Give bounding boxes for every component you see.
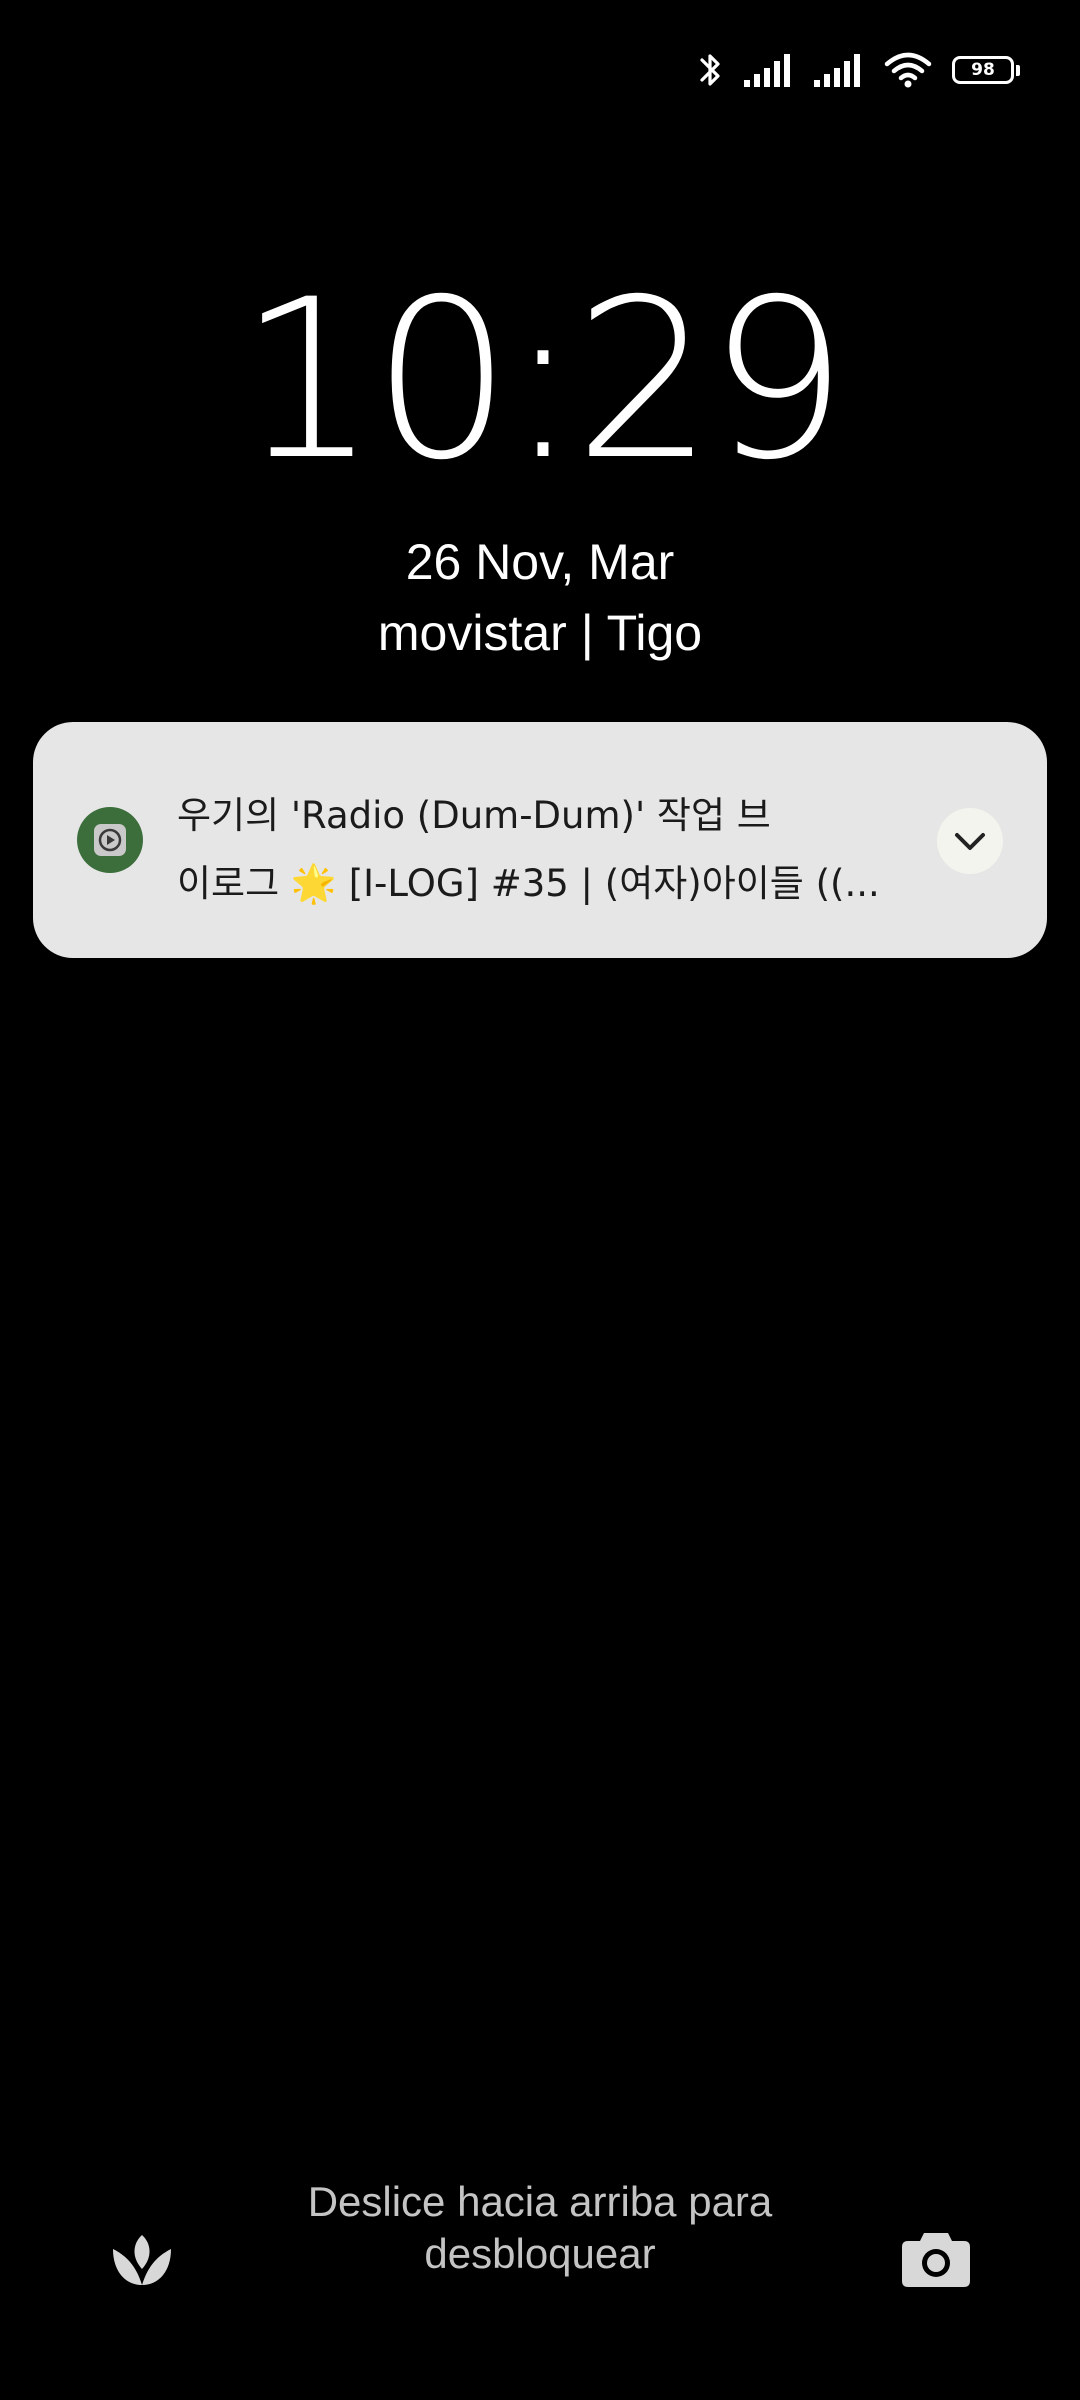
battery-icon: 98 bbox=[952, 55, 1022, 85]
notification-text: 우기의 'Radio (Dum-Dum)' 작업 브 이로그 🌟 [I-LOG]… bbox=[177, 782, 917, 918]
notification-line-2: 이로그 🌟 [I-LOG] #35 | (여자)아이들 ((... bbox=[177, 862, 880, 905]
chevron-down-icon bbox=[955, 833, 985, 850]
wifi-icon bbox=[884, 52, 932, 88]
unlock-hint: Deslice hacia arriba para desbloquear bbox=[307, 2178, 773, 2277]
signal-icon bbox=[814, 54, 860, 87]
expand-notification-button[interactable] bbox=[937, 808, 1003, 874]
bluetooth-icon bbox=[700, 54, 720, 86]
lockscreen-clock: 10:29 bbox=[237, 252, 848, 508]
camera-icon[interactable] bbox=[900, 2222, 972, 2294]
battery-level: 98 bbox=[952, 56, 1014, 84]
media-notification[interactable]: 우기의 'Radio (Dum-Dum)' 작업 브 이로그 🌟 [I-LOG]… bbox=[33, 722, 1047, 958]
notification-line-1: 우기의 'Radio (Dum-Dum)' 작업 브 bbox=[177, 794, 771, 837]
flower-icon[interactable] bbox=[106, 2222, 178, 2294]
lockscreen-date: 26 Nov, Mar bbox=[405, 534, 675, 590]
carrier-name: movistar | Tigo bbox=[377, 605, 703, 661]
signal-icon bbox=[744, 54, 790, 87]
status-bar: 98 bbox=[698, 40, 1022, 100]
media-player-icon bbox=[77, 807, 143, 873]
